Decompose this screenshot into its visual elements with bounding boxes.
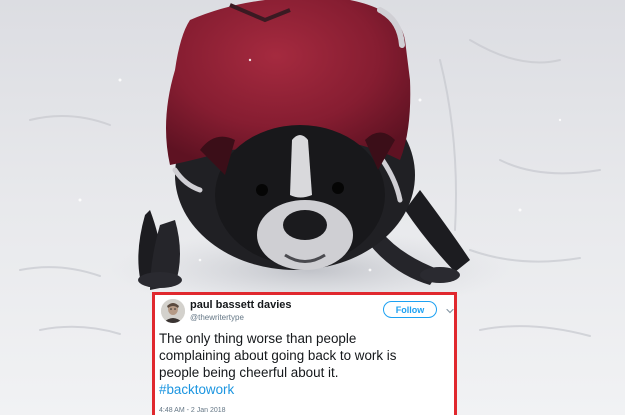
avatar-portrait-icon: [161, 299, 185, 323]
tweet-timestamp[interactable]: 4:48 AM - 2 Jan 2018: [159, 407, 226, 414]
tweet-text-line: people being cheerful about it.: [159, 365, 339, 380]
hashtag-link[interactable]: #backtowork: [159, 381, 454, 398]
author-handle[interactable]: @thewritertype: [190, 313, 244, 322]
tweet-body: The only thing worse than people complai…: [159, 330, 454, 398]
follow-button[interactable]: Follow: [383, 301, 437, 318]
author-display-name[interactable]: paul bassett davies: [190, 299, 292, 311]
chevron-down-icon[interactable]: [445, 303, 455, 314]
embedded-tweet-card: paul bassett davies @thewritertype Follo…: [152, 292, 457, 415]
tweet-text-line: complaining about going back to work is: [159, 348, 397, 363]
author-avatar[interactable]: [161, 299, 185, 323]
tweet-text-line: The only thing worse than people: [159, 331, 357, 346]
chevron-down-glyph: [446, 308, 454, 314]
